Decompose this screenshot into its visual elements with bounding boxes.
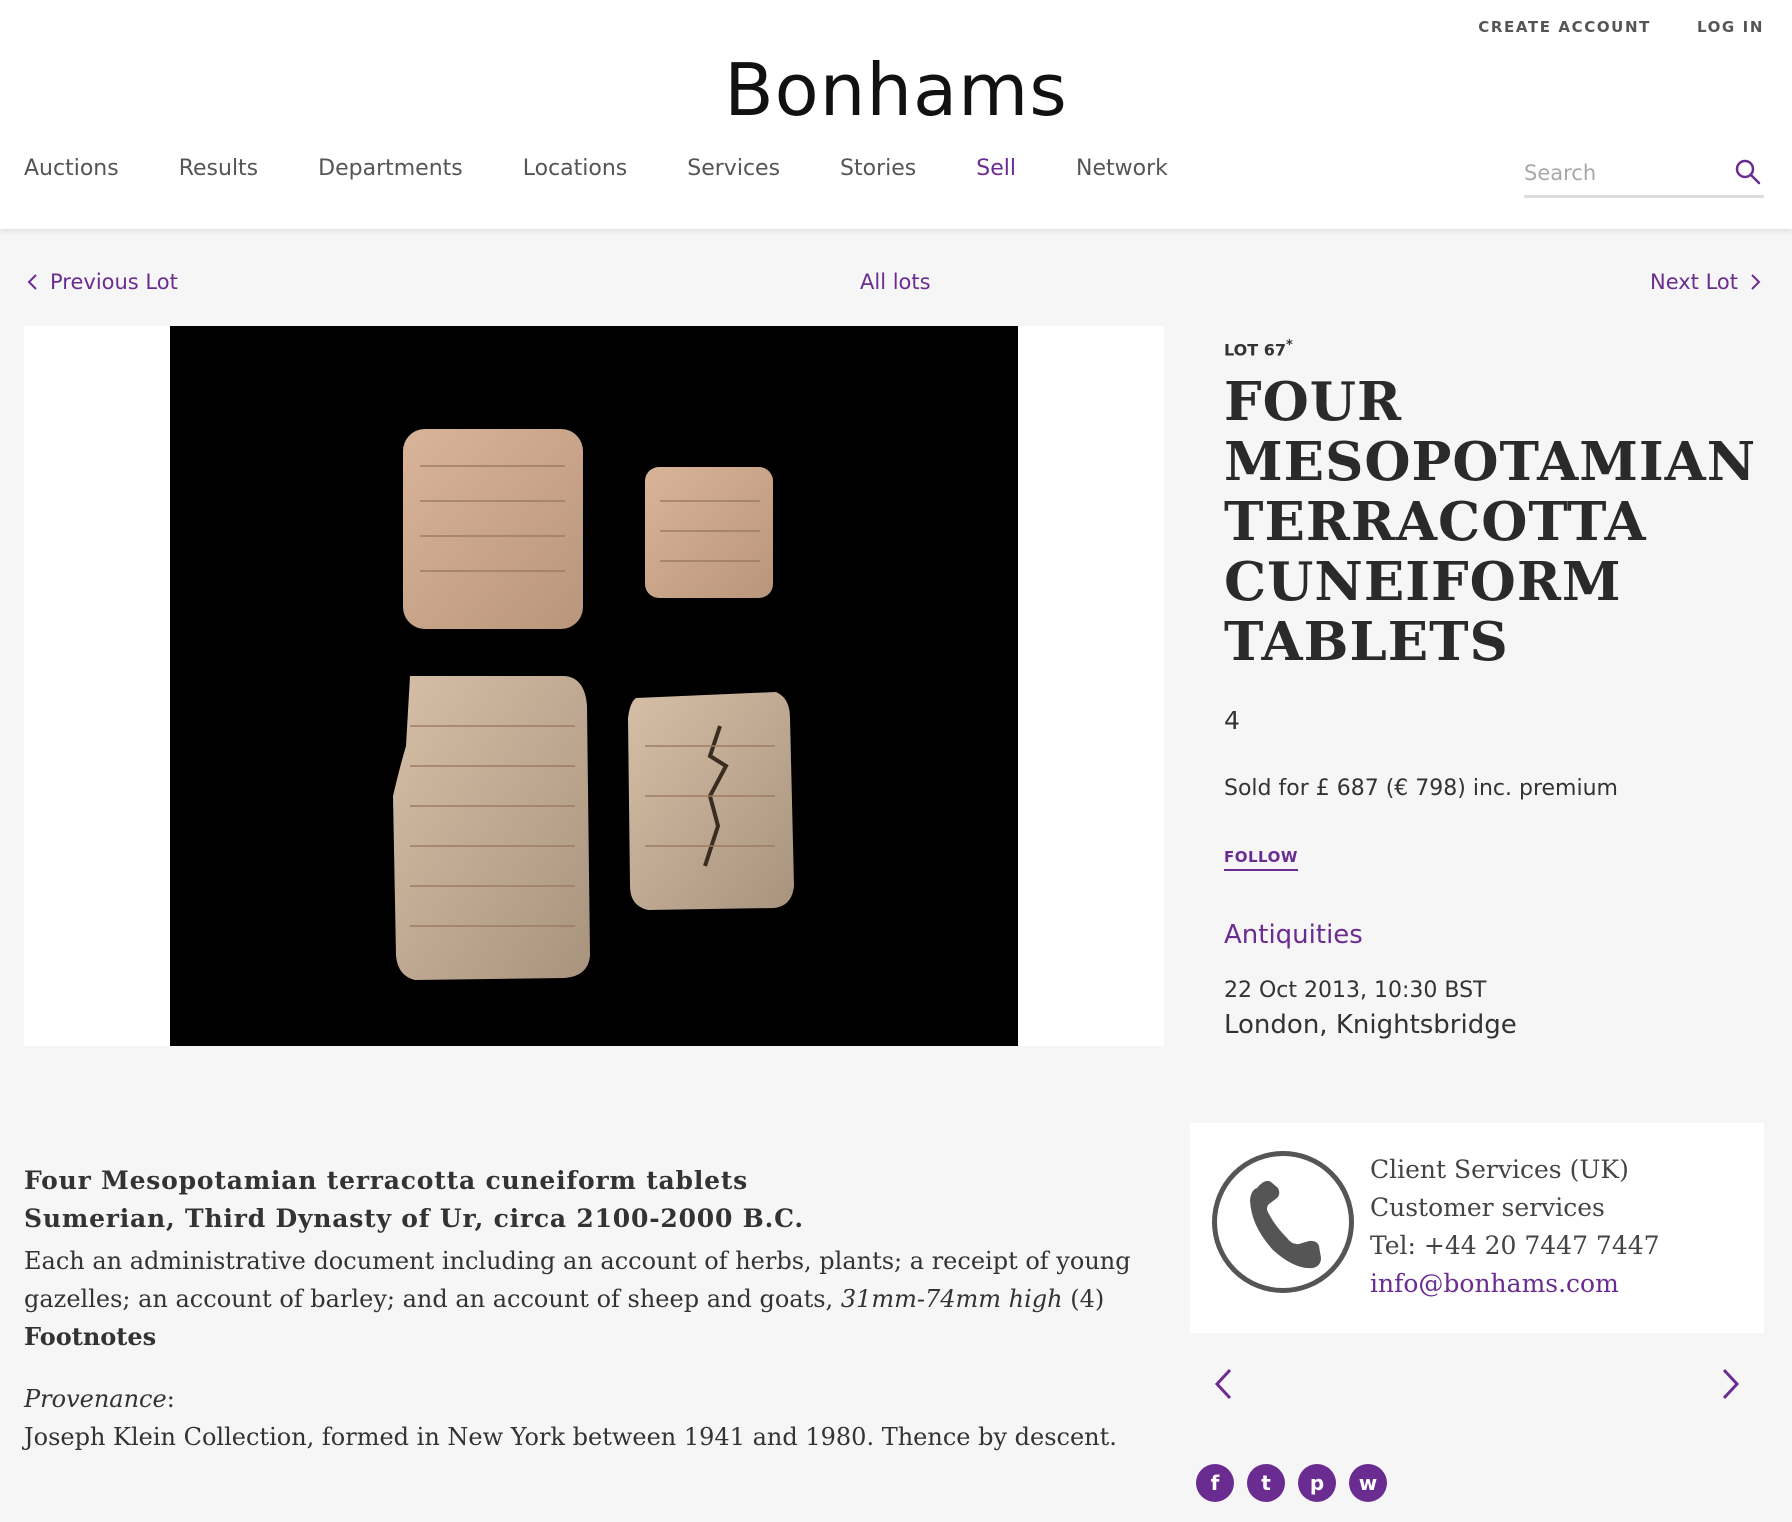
contact-department: Client Services (UK) [1370,1155,1629,1184]
sale-date: 22 Oct 2013, 10:30 BST [1224,978,1487,1003]
provenance-label: Provenance: [24,1380,1134,1418]
create-account-link[interactable]: CREATE ACCOUNT [1478,18,1651,36]
lot-number-text: LOT 67 [1224,340,1286,360]
description-dimensions: 31mm-74mm high [840,1285,1063,1313]
pinterest-icon[interactable]: p [1298,1464,1336,1502]
department-link[interactable]: Antiquities [1224,920,1363,950]
lot-marker: * [1285,338,1293,353]
nav-sell[interactable]: Sell [976,156,1016,181]
contact-email-link[interactable]: info@bonhams.com [1370,1269,1619,1298]
next-lot-link[interactable]: Next Lot [1650,270,1762,294]
lot-title: FOUR MESOPOTAMIAN TERRACOTTA CUNEIFORM T… [1224,371,1757,673]
sale-location: London, Knightsbridge [1224,1010,1517,1040]
nav-network[interactable]: Network [1076,156,1168,181]
carousel-next-icon[interactable] [1718,1366,1742,1402]
all-lots-label: All lots [860,270,931,294]
nav-services[interactable]: Services [687,156,780,181]
contact-phone[interactable]: Tel: +44 20 7447 7447 [1370,1231,1660,1260]
sold-price: Sold for £ 687 (€ 798) inc. premium [1224,776,1618,801]
previous-lot-label: Previous Lot [50,270,178,294]
nav-departments[interactable]: Departments [318,156,463,181]
lot-quantity: 4 [1224,706,1240,735]
nav-results[interactable]: Results [179,156,258,181]
phone-icon [1212,1151,1354,1293]
footnotes-label: Footnotes [24,1322,157,1351]
bonhams-logo[interactable]: Bonhams [0,48,1792,132]
facebook-icon[interactable]: f [1196,1464,1234,1502]
lot-photo[interactable] [170,326,1018,1046]
weibo-icon[interactable]: w [1349,1464,1387,1502]
description-body: Each an administrative document includin… [24,1242,1134,1318]
lot-image-panel [24,326,1164,1046]
next-lot-label: Next Lot [1649,270,1738,294]
search-box [1524,154,1764,198]
description-heading: Four Mesopotamian terracotta cuneiform t… [24,1166,749,1195]
cuneiform-tablets-image [393,429,794,980]
nav-stories[interactable]: Stories [840,156,916,181]
search-input[interactable] [1524,154,1724,192]
log-in-link[interactable]: LOG IN [1697,18,1764,36]
lot-number: LOT 67* [1224,338,1293,359]
provenance-label-text: Provenance [24,1385,167,1413]
previous-lot-link[interactable]: Previous Lot [26,270,178,294]
all-lots-link[interactable]: All lots [860,270,931,294]
search-icon[interactable] [1734,158,1762,186]
chevron-right-icon [1751,274,1761,290]
main-nav: Auctions Results Departments Locations S… [24,156,1228,181]
follow-button[interactable]: FOLLOW [1224,848,1298,871]
nav-auctions[interactable]: Auctions [24,156,119,181]
chevron-left-icon [27,274,37,290]
contact-card: Client Services (UK) Customer services T… [1190,1123,1764,1333]
contact-role: Customer services [1370,1193,1605,1222]
description-count: (4) [1070,1285,1105,1313]
provenance-colon: : [166,1385,175,1413]
site-header: CREATE ACCOUNT LOG IN Bonhams Auctions R… [0,0,1792,229]
account-links: CREATE ACCOUNT LOG IN [1478,18,1764,36]
nav-locations[interactable]: Locations [523,156,628,181]
provenance-text: Joseph Klein Collection, formed in New Y… [24,1423,1117,1451]
carousel-prev-icon[interactable] [1212,1366,1236,1402]
twitter-icon[interactable]: t [1247,1464,1285,1502]
description-subheading: Sumerian, Third Dynasty of Ur, circa 210… [24,1204,804,1233]
